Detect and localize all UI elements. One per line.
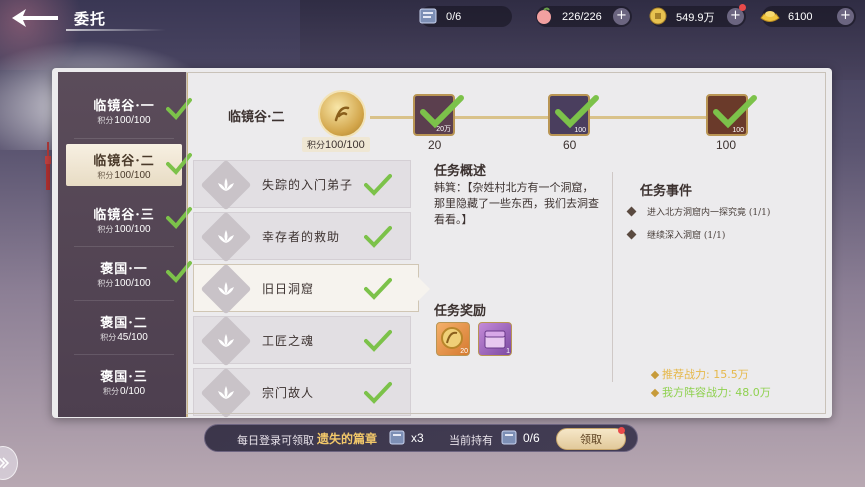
item-name: 遗失的篇章 [317, 432, 378, 446]
mission-item[interactable]: 宗门故人 [193, 367, 411, 419]
stage-title: 临镜谷·二 [228, 110, 285, 125]
stage-item[interactable]: 褒国·二 积分45/100 [66, 306, 182, 348]
check-icon [364, 174, 392, 196]
scroll-icon [414, 2, 442, 30]
scroll-icon [389, 430, 405, 445]
reward-chest[interactable]: 100 [548, 94, 599, 136]
lotus-icon [200, 211, 252, 263]
check-icon [364, 382, 392, 404]
mission-item-active[interactable]: 旧日洞窟 [193, 263, 430, 315]
diamond-icon [626, 206, 637, 217]
check-icon [364, 226, 392, 248]
event-item: 进入北方洞窟内一探究竟 (1/1) [626, 205, 770, 218]
divider [612, 172, 613, 382]
check-icon [364, 330, 392, 352]
check-icon [166, 261, 192, 283]
recommended-power: 推荐战力: 15.5万 [650, 366, 749, 382]
check-icon [420, 95, 464, 129]
notification-dot [618, 427, 625, 434]
reward-chest[interactable]: 1 [478, 322, 512, 356]
stage-item[interactable]: 褒国·三 积分0/100 [66, 360, 182, 402]
overview-text: 韩箕：【杂姓村北方有一个洞窟，那里隐藏了一些东西，我们去洞查看看。】 [434, 181, 599, 226]
resource-copper: 549.9万 + [649, 4, 746, 27]
check-icon [166, 207, 192, 229]
divider [74, 300, 174, 301]
mission-item[interactable]: 幸存者的救助 [193, 211, 411, 263]
check-icon [166, 153, 192, 175]
divider [74, 354, 174, 355]
stage-item[interactable]: 临镜谷·三 积分100/100 [66, 198, 192, 240]
add-peach-button[interactable]: + [613, 8, 630, 25]
back-arrow-icon [12, 9, 58, 27]
page-title: 委托 [74, 10, 107, 28]
score-coin-icon [318, 90, 366, 138]
lotus-icon [200, 263, 252, 315]
diamond-icon [650, 388, 660, 398]
reward-coin[interactable]: 20 [436, 322, 470, 356]
tassel-icon [45, 142, 51, 190]
check-icon [166, 98, 192, 120]
check-icon [713, 95, 757, 129]
lotus-icon [200, 315, 252, 367]
event-item: 继续深入洞窟 (1/1) [626, 228, 725, 241]
diamond-icon [650, 370, 660, 380]
rewards-title: 任务奖励 [434, 304, 487, 319]
double-chevron-icon [0, 457, 9, 469]
check-icon [555, 95, 599, 129]
milestone-value: 60 [563, 138, 577, 152]
scroll-icon [501, 430, 517, 445]
milestone-value: 20 [428, 138, 442, 152]
title-underline [66, 29, 166, 31]
claim-button[interactable]: 领取 [556, 427, 626, 450]
lotus-icon [200, 159, 252, 211]
stage-item-selected[interactable]: 临镜谷·二 积分100/100 [66, 144, 192, 186]
back-button[interactable] [8, 6, 62, 30]
add-gold-button[interactable]: + [837, 8, 854, 25]
expand-button[interactable] [0, 446, 18, 480]
divider [74, 138, 174, 139]
mission-item[interactable]: 工匠之魂 [193, 315, 411, 367]
resource-book: 0/6 [419, 6, 512, 27]
stage-item[interactable]: 褒国·一 积分100/100 [66, 252, 192, 294]
reward-chest[interactable]: 20万 [413, 94, 464, 136]
overview-title: 任务概述 [434, 164, 487, 179]
lotus-icon [200, 367, 252, 419]
stage-item[interactable]: 临镜谷·一 积分100/100 [66, 89, 192, 131]
score-label: 积分100/100 [302, 137, 370, 152]
check-icon [364, 278, 392, 300]
divider [74, 246, 174, 247]
notification-dot [739, 4, 746, 11]
team-power: 我方阵容战力: 48.0万 [650, 384, 771, 400]
mission-item[interactable]: 失踪的入门弟子 [193, 159, 411, 211]
peach-icon [530, 2, 558, 30]
coin-icon [644, 2, 672, 30]
milestone-value: 100 [716, 138, 737, 152]
top-bar: 委托 0/6 226/226 + 549.9万 + 6100 + [0, 0, 865, 36]
resource-gold: 6100 + [760, 6, 856, 27]
stage-list-border [186, 72, 188, 417]
reward-chest[interactable]: 100 [706, 94, 757, 136]
resource-peach: 226/226 + [536, 6, 632, 27]
gold-ingot-icon [756, 2, 784, 30]
diamond-icon [626, 229, 637, 240]
events-title: 任务事件 [640, 184, 693, 199]
